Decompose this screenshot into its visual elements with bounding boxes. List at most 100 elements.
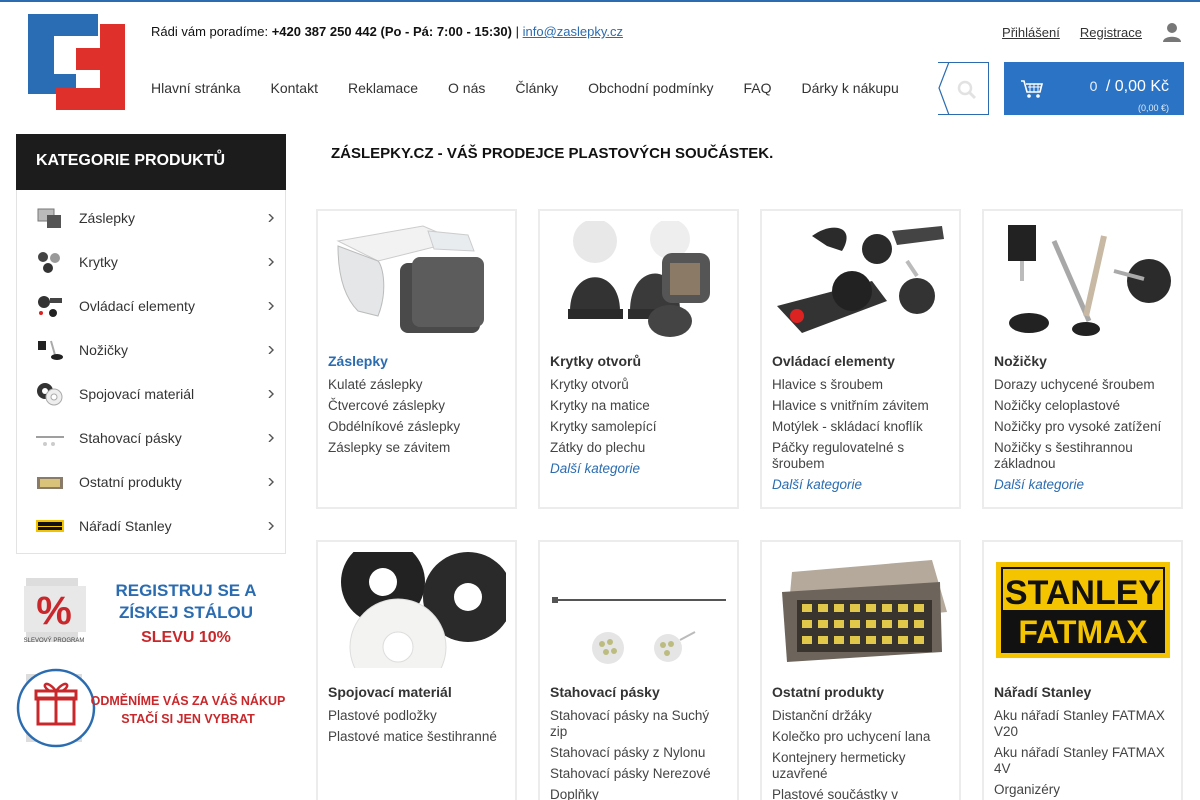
category-label: Ovládací elementy [79, 298, 195, 314]
card-link[interactable]: Kulaté záslepky [328, 377, 508, 393]
category-thumb-feet [38, 340, 63, 360]
discount-banner[interactable]: % SLEVOVÝ PROGRAM REGISTRUJ SE A ZÍSKEJ … [16, 572, 286, 652]
card-link[interactable]: Nožičky pro vysoké zatížení [994, 419, 1174, 435]
card-title[interactable]: Záslepky [328, 353, 388, 369]
nav-contact[interactable]: Kontakt [270, 80, 317, 96]
category-thumb-covers [38, 252, 60, 273]
card-link[interactable]: Zátky do plechu [550, 440, 730, 456]
category-card-stahovaci[interactable]: Stahovací pásky Stahovací pásky na Suchý… [538, 540, 739, 800]
card-link[interactable]: Kontejnery hermeticky uzavřené [772, 750, 952, 782]
category-label: Krytky [79, 254, 118, 270]
card-link[interactable]: Doplňky [550, 787, 730, 800]
card-link[interactable]: Čtvercové záslepky [328, 398, 508, 414]
category-list: Záslepky Krytky Ovládací elementy Nožičk… [16, 190, 286, 554]
reward-banner[interactable]: ODMĚNÍME VÁS ZA VÁŠ NÁKUP STAČÍ SI JEN V… [16, 668, 286, 750]
email-link[interactable]: info@zaslepky.cz [523, 24, 623, 39]
card-link[interactable]: Motýlek - skládací knoflík [772, 419, 952, 435]
category-card-krytky[interactable]: Krytky otvorů Krytky otvorů Krytky na ma… [538, 209, 739, 509]
card-link[interactable]: Stahovací pásky Nerezové [550, 766, 730, 782]
cart-slash: / [1105, 78, 1111, 95]
page-title: ZÁSLEPKY.CZ - VÁŠ PRODEJCE PLASTOVÝCH SO… [331, 145, 774, 162]
card-link[interactable]: Stahovací pásky na Suchý zip [550, 708, 730, 740]
banner1-line2: ZÍSKEJ STÁLOU [119, 603, 253, 622]
card-title[interactable]: Nožičky [994, 353, 1047, 369]
nav-terms[interactable]: Obchodní podmínky [588, 80, 713, 96]
user-icon[interactable] [1162, 22, 1182, 42]
card-link[interactable]: Organizéry [994, 782, 1174, 798]
category-item-krytky[interactable]: Krytky [17, 240, 285, 284]
card-link[interactable]: Kolečko pro uchycení lana [772, 729, 952, 745]
category-item-ostatni[interactable]: Ostatní produkty [17, 460, 285, 504]
stanley-logo-line1: STANLEY [1005, 574, 1161, 612]
nav-gifts[interactable]: Dárky k nákupu [801, 80, 898, 96]
card-title[interactable]: Krytky otvorů [550, 353, 641, 369]
category-item-spojovaci[interactable]: Spojovací materiál [17, 372, 285, 416]
card-link[interactable]: Plastové součástky v [772, 787, 952, 800]
card-link[interactable]: Krytky na matice [550, 398, 730, 414]
category-thumb-washers [37, 383, 63, 406]
cart-total: 0 / 0,00 Kč [1090, 78, 1169, 96]
card-links: Distanční držáky Kolečko pro uchycení la… [772, 708, 952, 800]
card-link[interactable]: Obdélníkové záslepky [328, 419, 508, 435]
category-item-stanley[interactable]: Nářadí Stanley [17, 504, 285, 548]
card-link[interactable]: Aku nářadí Stanley FATMAX V20 [994, 708, 1174, 740]
chevron-right-icon [268, 258, 274, 266]
card-title[interactable]: Nářadí Stanley [994, 684, 1091, 700]
login-link[interactable]: Přihlášení [1002, 25, 1060, 40]
category-item-nozicky[interactable]: Nožičky [17, 328, 285, 372]
category-card-stanley[interactable]: STANLEY FATMAX Nářadí Stanley Aku nářadí… [982, 540, 1183, 800]
category-card-ovladaci[interactable]: Ovládací elementy Hlavice s šroubem Hlav… [760, 209, 961, 509]
category-label: Záslepky [79, 210, 136, 226]
categories-heading: KATEGORIE PRODUKTŮ [16, 134, 286, 190]
nav-home[interactable]: Hlavní stránka [151, 80, 240, 96]
card-link[interactable]: Krytky samolepící [550, 419, 730, 435]
category-label: Stahovací pásky [79, 430, 182, 446]
category-card-spojovaci[interactable]: Spojovací materiál Plastové podložky Pla… [316, 540, 517, 800]
banner2-line1: ODMĚNÍME VÁS ZA VÁŠ NÁKUP [91, 693, 286, 708]
contact-line: Rádi vám poradíme: +420 387 250 442 (Po … [151, 24, 623, 39]
card-link[interactable]: Záslepky se závitem [328, 440, 508, 456]
category-item-stahovaci[interactable]: Stahovací pásky [17, 416, 285, 460]
card-link[interactable]: Nožičky celoplastové [994, 398, 1174, 414]
stanley-logo-image: STANLEY FATMAX [996, 562, 1170, 658]
card-link[interactable]: Plastové matice šestihranné [328, 729, 508, 745]
more-categories-link[interactable]: Další kategorie [994, 477, 1174, 493]
chevron-right-icon [268, 390, 274, 398]
category-card-zaslepky[interactable]: Záslepky Kulaté záslepky Čtvercové zásle… [316, 209, 517, 509]
search-icon[interactable] [957, 80, 977, 100]
card-link[interactable]: Plastové podložky [328, 708, 508, 724]
banner2-line2: STAČÍ SI JEN VYBRAT [121, 711, 255, 726]
site-logo[interactable] [28, 14, 125, 110]
card-link[interactable]: Distanční držáky [772, 708, 952, 724]
nav-complaints[interactable]: Reklamace [348, 80, 418, 96]
register-link[interactable]: Registrace [1080, 25, 1142, 40]
card-link[interactable]: Dorazy uchycené šroubem [994, 377, 1174, 393]
more-categories-link[interactable]: Další kategorie [772, 477, 952, 493]
card-link[interactable]: Páčky regulovatelné s šroubem [772, 440, 952, 472]
card-link[interactable]: Aku nářadí Stanley FATMAX 4V [994, 745, 1174, 777]
card-title[interactable]: Stahovací pásky [550, 684, 660, 700]
card-link[interactable]: Stahovací pásky z Nylonu [550, 745, 730, 761]
nav-about[interactable]: O nás [448, 80, 485, 96]
chevron-right-icon [268, 302, 274, 310]
chevron-right-icon [268, 346, 274, 354]
card-link[interactable]: Hlavice s šroubem [772, 377, 952, 393]
category-item-ovladaci[interactable]: Ovládací elementy [17, 284, 285, 328]
category-card-nozicky[interactable]: Nožičky Dorazy uchycené šroubem Nožičky … [982, 209, 1183, 509]
card-link[interactable]: Hlavice s vnitřním závitem [772, 398, 952, 414]
category-label: Nářadí Stanley [79, 518, 172, 534]
cart-price: 0,00 Kč [1114, 78, 1169, 95]
card-title[interactable]: Ovládací elementy [772, 353, 895, 369]
more-categories-link[interactable]: Další kategorie [550, 461, 730, 477]
nav-articles[interactable]: Články [515, 80, 558, 96]
cart-button[interactable]: 0 / 0,00 Kč (0,00 €) [1004, 62, 1184, 115]
card-title[interactable]: Spojovací materiál [328, 684, 452, 700]
category-item-zaslepky[interactable]: Záslepky [17, 196, 285, 240]
card-link[interactable]: Krytky otvorů [550, 377, 730, 393]
chevron-right-icon [268, 214, 274, 222]
category-card-ostatni[interactable]: Ostatní produkty Distanční držáky Kolečk… [760, 540, 961, 800]
card-title[interactable]: Ostatní produkty [772, 684, 884, 700]
card-link[interactable]: Nožičky s šestihrannou základnou [994, 440, 1174, 472]
nav-faq[interactable]: FAQ [743, 80, 771, 96]
phone-number: +420 387 250 442 (Po - Pá: 7:00 - 15:30) [271, 24, 512, 39]
